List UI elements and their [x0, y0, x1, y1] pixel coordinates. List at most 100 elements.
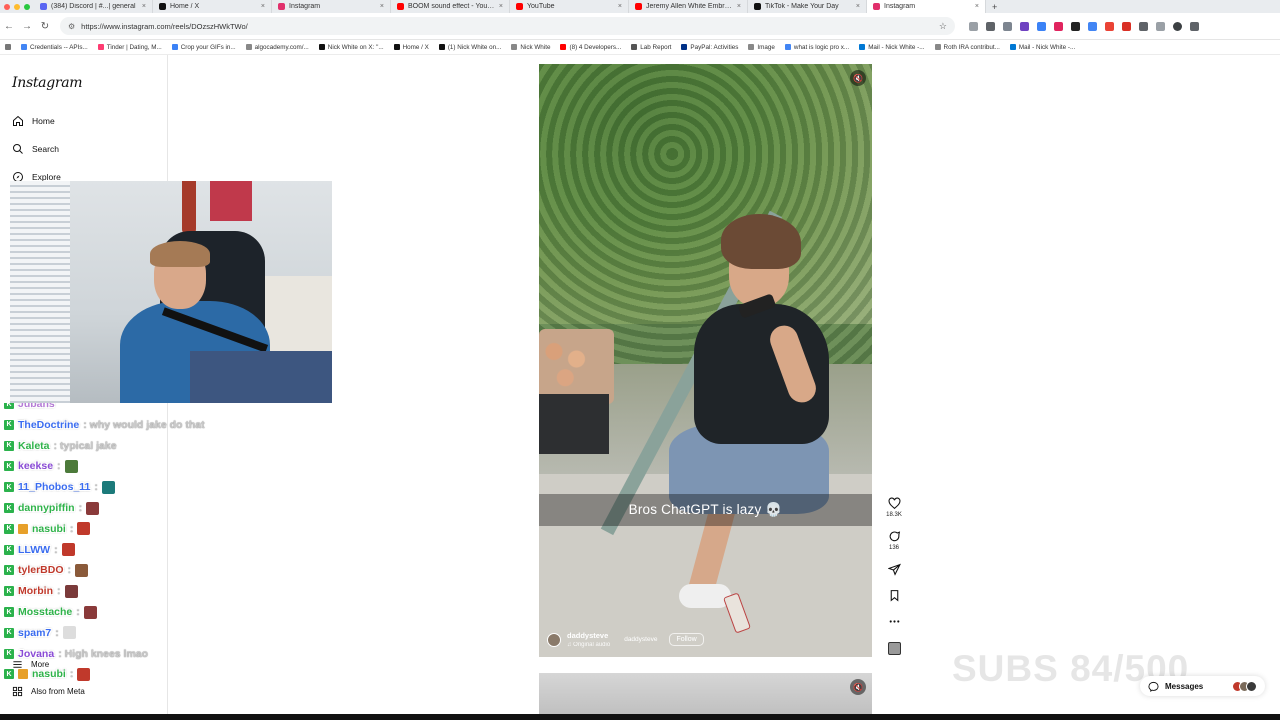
- chat-message: Kkeekse:: [4, 457, 78, 475]
- more-options-button[interactable]: [882, 615, 906, 628]
- bookmark-item[interactable]: (8) 4 Developers...: [555, 44, 626, 51]
- window-controls[interactable]: [0, 3, 34, 10]
- extension-icon[interactable]: [1054, 21, 1063, 31]
- chat-message: K Jubans: [4, 403, 55, 413]
- instagram-logo[interactable]: Instagram: [12, 75, 83, 91]
- chat-username: Jovana: [18, 647, 55, 660]
- browser-tab[interactable]: TikTok - Make Your Day ×: [748, 0, 867, 13]
- chat-emote-icon: [75, 563, 89, 577]
- audio-thumbnail[interactable]: [882, 642, 906, 655]
- mute-icon[interactable]: 🔇: [850, 70, 866, 86]
- bookmark-item[interactable]: Home / X: [389, 44, 434, 51]
- bookmark-item[interactable]: Lab Report: [626, 44, 676, 51]
- extension-icon[interactable]: [1003, 21, 1012, 31]
- browser-tab[interactable]: YouTube ×: [510, 0, 629, 13]
- bookmark-item[interactable]: Crop your GIFs in...: [167, 44, 241, 51]
- tab-close-icon[interactable]: ×: [499, 3, 503, 10]
- browser-tab[interactable]: Instagram ×: [867, 0, 986, 13]
- bookmark-item[interactable]: what is logic pro x...: [780, 44, 854, 51]
- chat-message: KtylerBDO:: [4, 561, 89, 579]
- comment-button[interactable]: 136: [882, 530, 906, 551]
- tab-favicon-icon: [873, 3, 880, 10]
- url-input[interactable]: ⚙ https://www.instagram.com/reels/DOzszH…: [60, 17, 955, 35]
- bookmark-label: algocademy.com/...: [254, 43, 309, 51]
- bookmark-item[interactable]: (1) Nick White on...: [434, 44, 507, 51]
- like-button[interactable]: 18.3K: [882, 497, 906, 518]
- next-reel-preview[interactable]: 🔇: [539, 673, 872, 720]
- share-button[interactable]: [882, 563, 906, 576]
- extension-icon[interactable]: [1037, 21, 1046, 31]
- chat-message: K Jovana: High knees lmao: [4, 645, 148, 663]
- close-window-icon[interactable]: [4, 3, 10, 10]
- chat-text: :: [76, 606, 80, 618]
- tab-close-icon[interactable]: ×: [142, 3, 146, 10]
- bookmark-item[interactable]: Tinder | Dating, M...: [93, 44, 167, 51]
- forward-icon[interactable]: →: [18, 21, 36, 32]
- tab-favicon-icon: [159, 3, 166, 10]
- bookmark-item[interactable]: Mail - Nick White -...: [854, 44, 929, 51]
- extension-icon[interactable]: [1105, 21, 1114, 31]
- bookmark-item[interactable]: Roth IRA contribut...: [930, 44, 1005, 51]
- menu-kebab-icon[interactable]: [1190, 21, 1199, 31]
- site-info-icon[interactable]: ⚙: [68, 22, 75, 31]
- bookmark-item[interactable]: Nick White on X: "...: [314, 44, 389, 51]
- bookmark-label: Nick White: [520, 43, 551, 51]
- extension-icon[interactable]: [969, 21, 978, 31]
- browser-tab[interactable]: BOOM sound effect - YouTube ×: [391, 0, 510, 13]
- bookmark-label: Credentials -- APIs...: [30, 43, 88, 51]
- bookmark-item[interactable]: PayPal: Activities: [676, 44, 743, 51]
- extension-icon[interactable]: [1122, 21, 1131, 31]
- browser-tab[interactable]: (384) Discord | #...| general ×: [34, 0, 153, 13]
- egg-carton: [539, 329, 614, 404]
- save-button[interactable]: [882, 589, 906, 602]
- tab-close-icon[interactable]: ×: [618, 3, 622, 10]
- bookmark-star-icon[interactable]: ☆: [939, 21, 947, 32]
- extension-icon[interactable]: [1020, 21, 1029, 31]
- reload-icon[interactable]: ↻: [36, 21, 54, 32]
- author-username[interactable]: daddysteve: [567, 631, 610, 640]
- sidebar-item-home[interactable]: Home: [12, 115, 55, 127]
- author-avatar[interactable]: [547, 632, 561, 647]
- kick-badge-icon: K: [4, 461, 14, 472]
- bookmark-item[interactable]: Mail - Nick White -...: [1005, 44, 1080, 51]
- bookmark-label: Roth IRA contribut...: [943, 43, 1000, 51]
- tab-close-icon[interactable]: ×: [737, 3, 741, 10]
- tab-close-icon[interactable]: ×: [261, 3, 265, 10]
- tab-close-icon[interactable]: ×: [380, 3, 384, 10]
- reel-video[interactable]: 🔇 Bros ChatGPT is lazy 💀 daddysteve ♫ Or…: [539, 64, 872, 657]
- avatar: [1246, 680, 1257, 692]
- follow-button[interactable]: Follow: [669, 633, 704, 646]
- extension-icon[interactable]: [986, 21, 995, 31]
- sidebar-toggle-icon[interactable]: [1156, 21, 1165, 31]
- browser-tab[interactable]: Home / X ×: [153, 0, 272, 13]
- new-tab-button[interactable]: +: [986, 2, 1003, 12]
- tab-close-icon[interactable]: ×: [975, 3, 979, 10]
- extensions-puzzle-icon[interactable]: [1139, 21, 1148, 31]
- kick-badge-icon: K: [4, 523, 14, 534]
- apps-grid-icon[interactable]: [0, 44, 16, 50]
- browser-tab[interactable]: Jeremy Allen White Embrace ×: [629, 0, 748, 13]
- sidebar-item-search[interactable]: Search: [12, 143, 59, 155]
- mute-icon[interactable]: 🔇: [850, 679, 866, 695]
- kick-badge-icon: K: [4, 607, 14, 617]
- bookmark-item[interactable]: Nick White: [506, 44, 555, 51]
- browser-tab[interactable]: Instagram ×: [272, 0, 391, 13]
- extension-icon[interactable]: [1071, 21, 1080, 31]
- messages-button[interactable]: Messages: [1140, 676, 1265, 696]
- chat-text: :: [78, 502, 83, 514]
- bookmark-item[interactable]: Image: [743, 44, 780, 51]
- audio-label[interactable]: ♫ Original audio: [567, 642, 610, 648]
- profile-avatar[interactable]: [1173, 21, 1182, 31]
- minimize-window-icon[interactable]: [14, 3, 20, 10]
- tab-close-icon[interactable]: ×: [856, 3, 860, 10]
- chat-text: : typical jake: [53, 439, 117, 452]
- chat-username: keekse: [18, 460, 54, 473]
- bookmark-item[interactable]: Credentials -- APIs...: [16, 44, 93, 51]
- collab-username[interactable]: daddysteve: [624, 636, 657, 643]
- bookmark-item[interactable]: algocademy.com/...: [241, 44, 314, 51]
- back-icon[interactable]: ←: [0, 21, 18, 32]
- chat-emote-icon: [83, 605, 97, 619]
- chat-text: : High knees lmao: [58, 647, 149, 660]
- extension-icon[interactable]: [1088, 21, 1097, 31]
- maximize-window-icon[interactable]: [24, 3, 30, 10]
